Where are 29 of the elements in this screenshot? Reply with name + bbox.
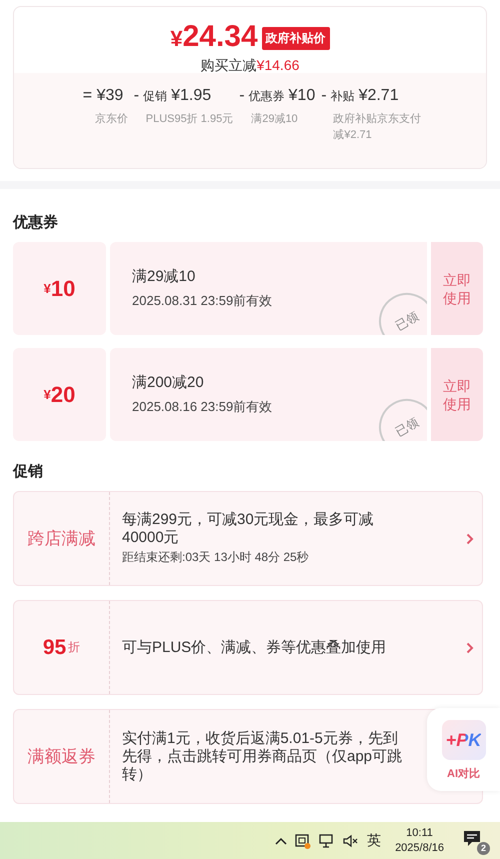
- promotion-text: 实付满1元，收货后返满5.01-5元券，先到先得，点击跳转可用券商品页（仅app可跳转）: [122, 730, 404, 784]
- promotion-tag: 满额返券: [28, 745, 96, 768]
- coupon-validity: 2025.08.16 23:59前有效: [132, 398, 274, 416]
- countdown-text: 距结束还剩:03天 13小时 48分 25秒: [122, 549, 310, 566]
- coupon-validity: 2025.08.31 23:59前有效: [132, 292, 274, 310]
- promotion-text: 每满299元，可减30元现金，最多可减40000元: [122, 511, 375, 547]
- breakdown-amount: - 促销 ¥1.95: [134, 87, 212, 105]
- section-title: 优惠券: [13, 213, 59, 232]
- subsidy-badge: 政府补贴价: [262, 26, 330, 50]
- coupon-condition: 满29减10: [132, 267, 196, 286]
- ai-compare-label: AI对比: [447, 766, 480, 781]
- breakdown-note: PLUS95折 1.95元: [146, 112, 234, 127]
- pk-badge: +PK: [442, 720, 486, 760]
- coupon-amount: ¥20: [13, 348, 106, 441]
- section-title: 促销: [13, 462, 44, 481]
- saving-text: 购买立减¥14.66: [200, 57, 300, 75]
- breakdown-note: 满29减10: [251, 112, 299, 127]
- breakdown-amount: - 补贴 ¥2.71: [321, 87, 400, 105]
- promotion-tag: 跨店满减: [28, 527, 96, 550]
- discount-value: 95: [42, 636, 66, 660]
- price: ¥24.34: [170, 21, 258, 55]
- coupon-amount: ¥10: [13, 242, 106, 335]
- breakdown-note: 政府补贴京东支付减¥2.71: [333, 112, 422, 143]
- discount-unit: 折: [68, 639, 80, 656]
- coupon-condition: 满200减20: [132, 373, 205, 392]
- breakdown-note: 京东价: [94, 112, 128, 127]
- promotion-text: 可与PLUS价、满减、券等优惠叠加使用: [122, 638, 388, 656]
- breakdown-amount: - 优惠券 ¥10: [239, 87, 316, 105]
- breakdown-amount: = ¥39: [82, 87, 124, 105]
